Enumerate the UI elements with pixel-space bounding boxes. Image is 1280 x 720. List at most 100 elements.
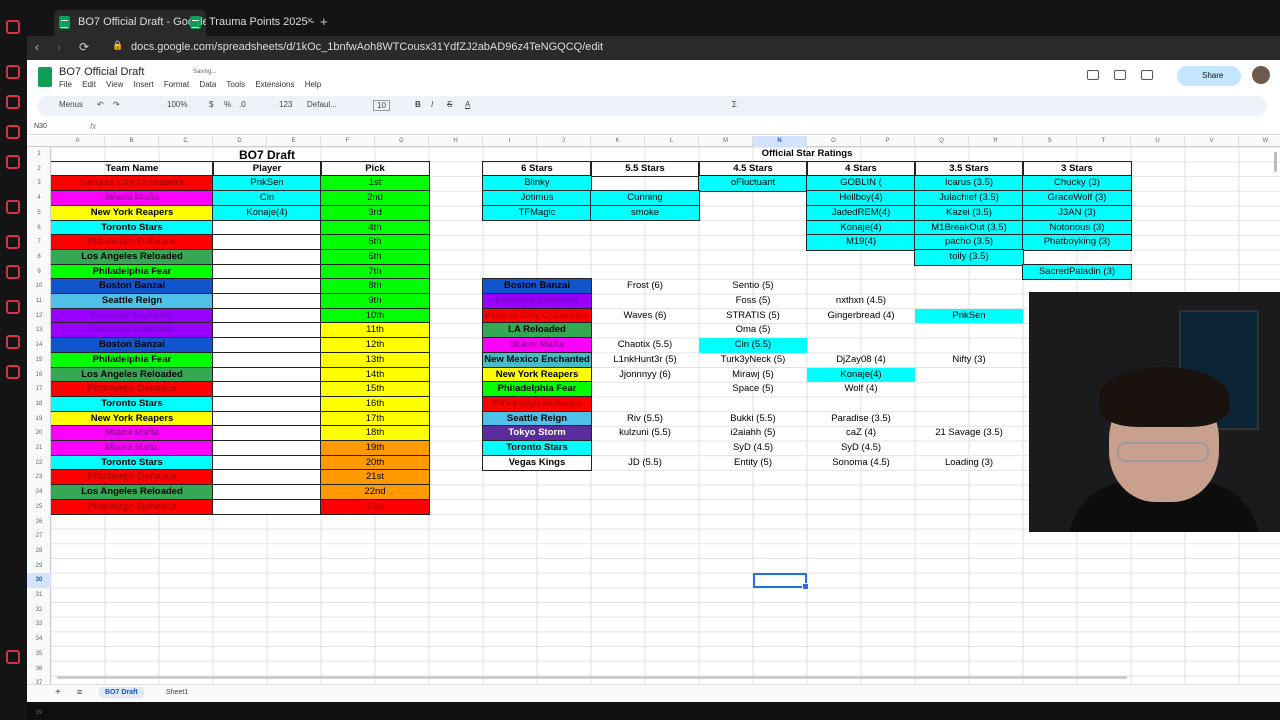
draft-pick-cell[interactable]: 6th xyxy=(320,249,430,266)
draft-player-cell[interactable] xyxy=(212,396,322,413)
draft-pick-cell[interactable]: 9th xyxy=(320,293,430,310)
roster-player-cell[interactable]: Waves (6) xyxy=(591,309,699,324)
roster-player-cell[interactable]: i2aiahh (5) xyxy=(699,426,807,441)
rating-header[interactable]: 6 Stars xyxy=(482,161,592,177)
roster-player-cell[interactable]: DjZay08 (4) xyxy=(807,353,915,368)
row-header[interactable]: 35 xyxy=(27,647,51,662)
draft-player-cell[interactable] xyxy=(212,234,322,251)
currency-format-button[interactable]: $ xyxy=(209,100,213,109)
roster-player-cell[interactable] xyxy=(807,397,915,412)
roster-player-cell[interactable]: Wolf (4) xyxy=(807,382,915,397)
row-header[interactable]: 18 xyxy=(27,397,51,412)
column-header[interactable]: M xyxy=(699,136,753,147)
more-formats-button[interactable]: 123 xyxy=(279,100,292,109)
draft-team-cell[interactable]: Miami Mafia xyxy=(51,425,214,442)
roster-player-cell[interactable] xyxy=(915,279,1023,294)
menu-help[interactable]: Help xyxy=(305,80,321,89)
draft-player-cell[interactable]: PnkSen xyxy=(212,175,322,192)
menu-tools[interactable]: Tools xyxy=(226,80,245,89)
row-header[interactable]: 26 xyxy=(27,515,51,530)
row-header[interactable]: 1 xyxy=(27,147,51,162)
draft-player-cell[interactable] xyxy=(212,264,322,280)
rating-player-cell[interactable]: Hellboy(4) xyxy=(806,190,916,207)
row-header[interactable]: 36 xyxy=(27,662,51,677)
roster-player-cell[interactable]: kulzuni (5.5) xyxy=(591,426,699,441)
rating-header[interactable]: 4 Stars xyxy=(806,161,916,177)
row-header[interactable]: 4 xyxy=(27,191,51,206)
roster-player-cell[interactable]: STRATIS (5) xyxy=(699,309,807,324)
row-header[interactable]: 10 xyxy=(27,279,51,294)
draft-team-cell[interactable]: Los Angeles Reloaded xyxy=(51,249,214,266)
zoom-select[interactable]: 100% xyxy=(167,100,187,109)
column-header[interactable]: G xyxy=(375,136,429,147)
opera-logo-icon[interactable] xyxy=(6,20,20,34)
draft-team-cell[interactable]: Pittsburgh Defiance xyxy=(51,234,214,251)
row-header[interactable]: 14 xyxy=(27,338,51,353)
menu-format[interactable]: Format xyxy=(164,80,189,89)
draft-team-cell[interactable]: Toronto Stars xyxy=(51,455,214,471)
roster-player-cell[interactable] xyxy=(915,323,1023,338)
rating-player-cell[interactable]: Konaje(4) xyxy=(806,220,916,236)
draft-player-cell[interactable]: Konaje(4) xyxy=(212,205,322,221)
comments-icon[interactable] xyxy=(1114,70,1126,80)
avatar[interactable] xyxy=(1252,66,1270,84)
column-header[interactable]: T xyxy=(1077,136,1131,147)
draft-player-cell[interactable] xyxy=(212,308,322,324)
draft-pick-cell[interactable]: 5th xyxy=(320,234,430,251)
roster-player-cell[interactable]: nxthxn (4.5) xyxy=(807,294,915,309)
draft-pick-cell[interactable]: 22nd xyxy=(320,484,430,501)
roster-player-cell[interactable]: SyD (4.5) xyxy=(699,441,807,456)
text-color-button[interactable]: A xyxy=(465,100,470,109)
roster-team-cell[interactable]: Florence Ambition xyxy=(482,293,592,310)
draft-team-cell[interactable]: Los Angeles Reloaded xyxy=(51,367,214,383)
draft-player-cell[interactable] xyxy=(212,278,322,295)
column-header[interactable]: F xyxy=(321,136,375,147)
draft-player-cell[interactable] xyxy=(212,440,322,457)
column-header[interactable]: U xyxy=(1131,136,1185,147)
team-name-header[interactable]: Team Name xyxy=(51,161,214,177)
rating-player-cell[interactable]: Icarus (3.5) xyxy=(914,175,1024,192)
roster-team-cell[interactable]: Miami Mafia xyxy=(482,337,592,354)
roster-player-cell[interactable]: Oma (5) xyxy=(699,323,807,338)
row-header[interactable]: 34 xyxy=(27,632,51,647)
font-size-field[interactable]: 10 xyxy=(373,100,390,111)
draft-pick-cell[interactable]: 12th xyxy=(320,337,430,354)
roster-player-cell[interactable]: Bukki (5.5) xyxy=(699,412,807,427)
roster-player-cell[interactable] xyxy=(807,338,915,353)
reload-icon[interactable]: ⟳ xyxy=(79,40,89,54)
row-header[interactable]: 8 xyxy=(27,250,51,265)
roster-player-cell[interactable]: Chaotix (5.5) xyxy=(591,338,699,353)
roster-player-cell[interactable]: Nifty (3) xyxy=(915,353,1023,368)
draft-pick-cell[interactable]: 21st xyxy=(320,469,430,486)
draft-pick-cell[interactable]: 15th xyxy=(320,381,430,398)
column-header[interactable]: W xyxy=(1239,136,1280,147)
draft-player-cell[interactable] xyxy=(212,322,322,339)
roster-player-cell[interactable]: Konaje(4) xyxy=(807,367,915,383)
draft-pick-cell[interactable]: 8th xyxy=(320,278,430,295)
draft-team-cell[interactable]: Seattle Reign xyxy=(51,293,214,310)
row-header[interactable]: 23 xyxy=(27,470,51,485)
draft-team-cell[interactable]: Pittsburgh Defiance xyxy=(51,469,214,486)
messenger-icon[interactable] xyxy=(6,95,20,109)
column-header[interactable]: Q xyxy=(915,136,969,147)
roster-player-cell[interactable]: Foss (5) xyxy=(699,294,807,309)
row-header[interactable]: 31 xyxy=(27,588,51,603)
vertical-scrollbar[interactable] xyxy=(1274,152,1277,172)
column-header[interactable]: H xyxy=(429,136,483,147)
rating-player-cell[interactable]: tolly (3.5) xyxy=(914,249,1024,266)
row-header[interactable]: 29 xyxy=(27,559,51,574)
menus-search[interactable]: Menus xyxy=(59,100,83,109)
history-icon[interactable] xyxy=(6,265,20,279)
draft-pick-cell[interactable]: 10th xyxy=(320,308,430,324)
column-header[interactable]: E xyxy=(267,136,321,147)
draft-player-cell[interactable] xyxy=(212,220,322,236)
all-sheets-icon[interactable]: ≡ xyxy=(77,687,82,697)
rating-player-cell[interactable]: M1BreakOut (3.5) xyxy=(914,220,1024,236)
menu-extensions[interactable]: Extensions xyxy=(255,80,294,89)
roster-player-cell[interactable] xyxy=(591,323,699,338)
rating-player-cell[interactable]: Chucky (3) xyxy=(1022,175,1132,192)
draft-pick-cell[interactable]: 3rd xyxy=(320,205,430,221)
rating-player-cell[interactable]: M19(4) xyxy=(806,234,916,251)
row-header[interactable]: 2 xyxy=(27,162,51,177)
draft-pick-cell[interactable]: 1st xyxy=(320,175,430,192)
